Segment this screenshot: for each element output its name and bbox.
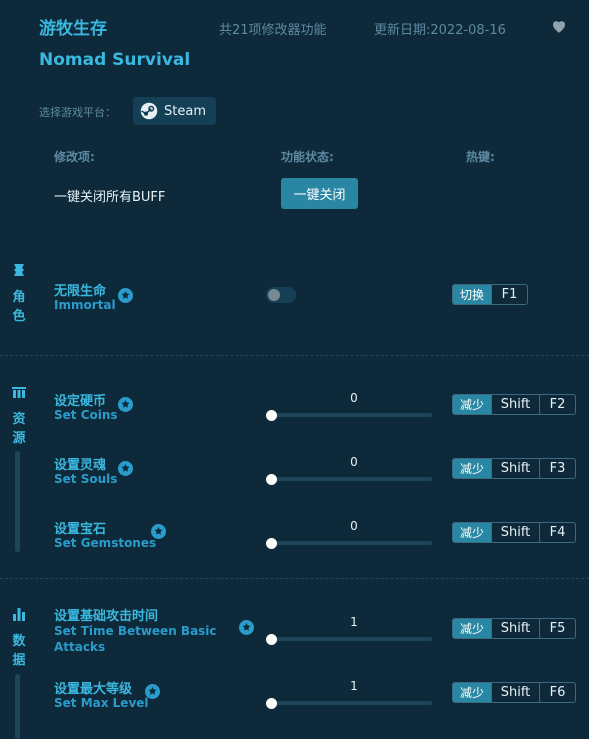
section-divider <box>0 355 589 356</box>
hotkey-group: 减少 Shift F3 <box>452 458 576 479</box>
option-name-en: Attacks <box>54 640 106 654</box>
category-scrollbar[interactable] <box>15 451 20 552</box>
hotkey-key[interactable]: F1 <box>491 285 527 304</box>
slider-knob[interactable] <box>266 538 277 549</box>
slider-value: 0 <box>350 455 358 469</box>
option-name-en: Set Time Between Basic <box>54 624 217 638</box>
category-data: 数 据 <box>8 606 30 670</box>
platform-label: 选择游戏平台： <box>39 106 116 119</box>
hotkey-action-button[interactable]: 减少 <box>453 619 491 638</box>
immortal-toggle[interactable] <box>266 287 296 303</box>
hotkey-key[interactable]: F3 <box>539 459 575 478</box>
heart-icon[interactable] <box>550 17 568 35</box>
category-char: 色 <box>12 309 26 324</box>
resources-icon <box>12 387 26 398</box>
hotkey-action-button[interactable]: 减少 <box>453 395 491 414</box>
hotkey-group: 切换 F1 <box>452 284 528 305</box>
option-name-en: Set Gemstones <box>54 536 157 550</box>
hotkey-action-button[interactable]: 减少 <box>453 683 491 702</box>
column-option: 修改项: <box>54 150 95 164</box>
game-title-en: Nomad Survival <box>39 50 191 70</box>
hotkey-group: 减少 Shift F4 <box>452 522 576 543</box>
category-char: 数 <box>12 634 26 649</box>
option-name-en: Set Max Level <box>54 696 149 710</box>
slider-value: 0 <box>350 391 358 405</box>
column-hotkey: 热键: <box>466 150 495 164</box>
category-character: 角 色 <box>8 262 30 326</box>
star-icon[interactable] <box>145 684 160 699</box>
hotkey-action-button[interactable]: 切换 <box>453 285 491 304</box>
hotkey-action-button[interactable]: 减少 <box>453 523 491 542</box>
category-char: 据 <box>12 653 26 668</box>
category-char: 源 <box>12 431 26 446</box>
steam-platform-button[interactable]: Steam <box>133 97 216 125</box>
toggle-knob <box>268 289 280 301</box>
hotkey-key[interactable]: Shift <box>491 683 539 702</box>
feature-count: 共21项修改器功能 <box>219 23 327 38</box>
data-icon <box>13 608 25 621</box>
option-name-cn: 设置基础攻击时间 <box>54 609 159 624</box>
hotkey-group: 减少 Shift F6 <box>452 682 576 703</box>
slider-value: 1 <box>350 615 358 629</box>
steam-label: Steam <box>164 103 206 119</box>
category-resources: 资 源 <box>8 384 30 448</box>
slider-value: 1 <box>350 679 358 693</box>
gemstones-slider[interactable] <box>270 541 432 545</box>
update-date: 更新日期:2022-08-16 <box>374 23 506 38</box>
star-icon[interactable] <box>118 397 133 412</box>
hotkey-key[interactable]: F4 <box>539 523 575 542</box>
attack-time-slider[interactable] <box>270 637 432 641</box>
hotkey-key[interactable]: F2 <box>539 395 575 414</box>
steam-icon <box>140 102 158 120</box>
max-level-slider[interactable] <box>270 701 432 705</box>
slider-knob[interactable] <box>266 698 277 709</box>
column-status: 功能状态: <box>281 150 334 164</box>
category-scrollbar[interactable] <box>15 674 20 739</box>
section-divider <box>0 578 589 579</box>
slider-knob[interactable] <box>266 474 277 485</box>
hotkey-key[interactable]: Shift <box>491 523 539 542</box>
souls-slider[interactable] <box>270 477 432 481</box>
character-icon <box>14 264 24 276</box>
coins-slider[interactable] <box>270 413 432 417</box>
hotkey-key[interactable]: F5 <box>539 619 575 638</box>
star-icon[interactable] <box>118 288 133 303</box>
hotkey-group: 减少 Shift F5 <box>452 618 576 639</box>
hotkey-key[interactable]: Shift <box>491 395 539 414</box>
option-name-en: Immortal <box>54 298 116 312</box>
option-name-en: Set Coins <box>54 408 118 422</box>
star-icon[interactable] <box>151 524 166 539</box>
hotkey-key[interactable]: Shift <box>491 619 539 638</box>
category-char: 角 <box>12 290 26 305</box>
star-icon[interactable] <box>118 461 133 476</box>
option-name-en: Set Souls <box>54 472 118 486</box>
star-icon[interactable] <box>239 620 254 635</box>
disable-all-button[interactable]: 一键关闭 <box>281 178 358 209</box>
slider-knob[interactable] <box>266 410 277 421</box>
hotkey-group: 减少 Shift F2 <box>452 394 576 415</box>
hotkey-key[interactable]: F6 <box>539 683 575 702</box>
game-title-cn: 游牧生存 <box>39 19 107 39</box>
slider-value: 0 <box>350 519 358 533</box>
category-char: 资 <box>12 412 26 427</box>
slider-knob[interactable] <box>266 634 277 645</box>
hotkey-action-button[interactable]: 减少 <box>453 459 491 478</box>
disable-all-label: 一键关闭所有BUFF <box>54 190 166 205</box>
hotkey-key[interactable]: Shift <box>491 459 539 478</box>
